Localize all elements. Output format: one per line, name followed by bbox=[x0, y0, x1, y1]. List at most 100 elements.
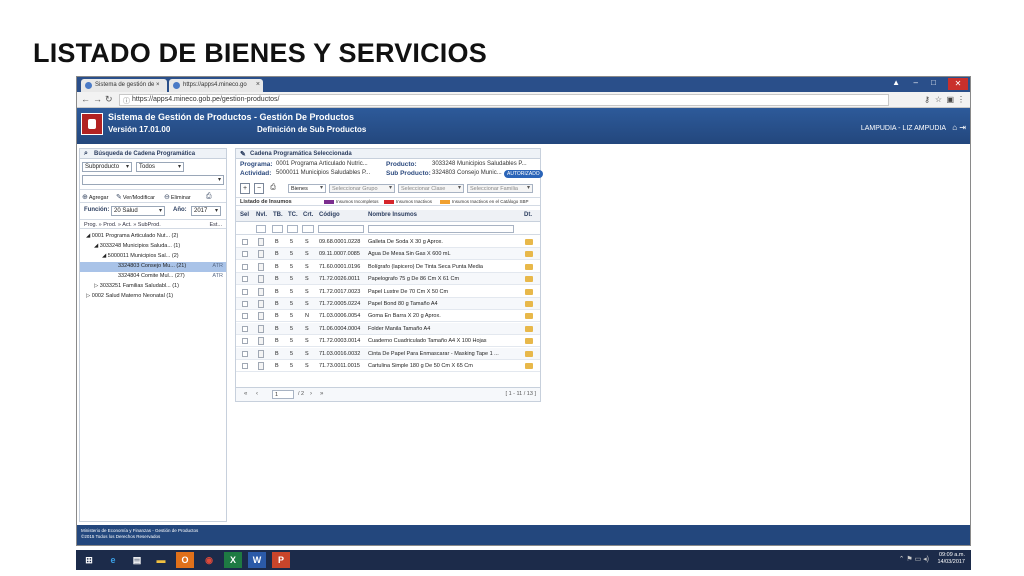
tree-node[interactable]: ◢ 0001 Programa Articulado Nut... (2) bbox=[80, 232, 226, 242]
row-level-button[interactable] bbox=[258, 238, 264, 246]
word-icon[interactable]: W bbox=[248, 552, 266, 568]
browser-tab-1[interactable]: Sistema de gestión de × bbox=[81, 79, 167, 92]
funcion-select[interactable]: 20 Salud bbox=[111, 206, 165, 216]
row-level-button[interactable] bbox=[258, 250, 264, 259]
forward-icon[interactable]: → bbox=[93, 94, 102, 104]
table-row[interactable]: B 5 S 71.06.0004.0004 Folder Manila Tamaño A… bbox=[236, 322, 540, 335]
key-icon[interactable]: ⚷ bbox=[924, 95, 930, 104]
folder-icon[interactable] bbox=[525, 276, 533, 283]
print-icon[interactable]: ⎙ bbox=[268, 183, 278, 194]
todos-select[interactable]: Todos bbox=[136, 162, 184, 172]
row-level-button[interactable] bbox=[258, 349, 264, 358]
filter-nvl[interactable] bbox=[256, 225, 266, 233]
row-level-button[interactable] bbox=[258, 275, 264, 284]
next-page-icon[interactable]: › bbox=[310, 391, 312, 397]
view-modify-button[interactable]: ✎Ver/Modificar bbox=[116, 193, 155, 201]
clase-select[interactable]: Seleccionar Clase bbox=[398, 184, 464, 193]
folder-icon[interactable] bbox=[525, 263, 533, 270]
folder-icon[interactable] bbox=[525, 251, 533, 258]
system-tray-icons[interactable]: ⌃ ⚑ ▭ ◂) bbox=[899, 555, 929, 563]
row-checkbox[interactable] bbox=[242, 313, 248, 320]
folder-icon[interactable] bbox=[525, 288, 533, 295]
cadena-select[interactable] bbox=[82, 175, 224, 185]
logout-icon[interactable]: ⇥ bbox=[959, 123, 966, 132]
row-checkbox[interactable] bbox=[242, 288, 248, 295]
table-row[interactable]: B 5 S 71.72.0003.0014 Cuaderno Cuadriculado … bbox=[236, 335, 540, 348]
table-row[interactable]: B 5 S 71.72.0026.0011 Papelografo 75 g De 86… bbox=[236, 273, 540, 286]
folder-icon[interactable] bbox=[525, 301, 533, 307]
filter-tb[interactable] bbox=[272, 225, 283, 233]
filter-codigo[interactable] bbox=[318, 225, 364, 233]
table-row[interactable]: B 5 S 71.03.0016.0032 Cinta De Papel Para En… bbox=[236, 347, 540, 360]
powerpoint-icon[interactable]: P bbox=[272, 552, 290, 568]
filter-tc[interactable] bbox=[287, 225, 298, 233]
row-level-button[interactable] bbox=[258, 287, 264, 296]
tree-node-selected[interactable]: 3324803 Consejo Mu... (21) ATR bbox=[80, 262, 226, 272]
subproducto-select[interactable]: Subproducto bbox=[82, 162, 132, 172]
filter-nombre[interactable] bbox=[368, 225, 514, 233]
outlook-icon[interactable]: O bbox=[176, 552, 194, 568]
table-row[interactable]: B 5 S 71.73.0011.0015 Cartulina Simple 180 g… bbox=[236, 360, 540, 372]
home-icon[interactable]: ⌂ bbox=[952, 123, 957, 132]
delete-button[interactable]: ⊖Eliminar bbox=[164, 193, 191, 201]
page-input[interactable]: 1 bbox=[272, 390, 294, 399]
row-checkbox[interactable] bbox=[242, 276, 248, 283]
maximize-icon[interactable]: □ bbox=[931, 78, 936, 87]
star-icon[interactable]: ☆ bbox=[935, 95, 942, 104]
close-window-icon[interactable]: ✕ bbox=[948, 78, 968, 90]
row-checkbox[interactable] bbox=[242, 325, 248, 332]
tree-node[interactable]: 3324804 Comite Mul... (27) ATR bbox=[80, 272, 226, 282]
last-page-icon[interactable]: » bbox=[320, 391, 323, 397]
folder-icon[interactable] bbox=[525, 363, 533, 369]
folder-icon[interactable] bbox=[525, 239, 533, 245]
row-checkbox[interactable] bbox=[242, 350, 248, 357]
file-explorer-icon[interactable]: ▬ bbox=[152, 552, 170, 568]
row-checkbox[interactable] bbox=[242, 301, 248, 307]
anio-select[interactable]: 2017 bbox=[191, 206, 221, 216]
browser-tab-2[interactable]: https://apps4.mineco.go × bbox=[169, 79, 263, 92]
row-checkbox[interactable] bbox=[242, 263, 248, 270]
first-page-icon[interactable]: « bbox=[244, 391, 247, 397]
tipo-select[interactable]: Bienes bbox=[288, 184, 326, 193]
folder-icon[interactable] bbox=[525, 325, 533, 332]
row-checkbox[interactable] bbox=[242, 338, 248, 345]
tree-node[interactable]: ▷ 3033251 Familias Saludabl... (1) bbox=[80, 282, 226, 292]
store-icon[interactable]: ▤ bbox=[128, 552, 146, 568]
filter-crt[interactable] bbox=[302, 225, 314, 233]
row-checkbox[interactable] bbox=[242, 251, 248, 258]
back-icon[interactable]: ← bbox=[81, 94, 90, 104]
row-checkbox[interactable] bbox=[242, 363, 248, 369]
menu-icon[interactable]: ⋮ bbox=[957, 95, 965, 104]
close-tab-icon[interactable]: × bbox=[256, 81, 260, 88]
folder-icon[interactable] bbox=[525, 350, 533, 357]
user-profile-icon[interactable]: ▲ bbox=[892, 78, 900, 87]
reload-icon[interactable]: ↻ bbox=[105, 94, 113, 105]
url-input[interactable]: ⓘ https://apps4.mineco.gob.pe/gestion-pr… bbox=[119, 94, 889, 106]
row-level-button[interactable] bbox=[258, 324, 264, 333]
tree-node[interactable]: ◢ 5000011 Municipios Sal... (2) bbox=[80, 252, 226, 262]
tree-node[interactable]: ▷ 0002 Salud Materno Neonatal (1) bbox=[80, 292, 226, 302]
add-insumo-icon[interactable]: + bbox=[240, 183, 250, 194]
extension-icon[interactable]: ▣ bbox=[946, 95, 954, 104]
familia-select[interactable]: Seleccionar Familia bbox=[467, 184, 533, 193]
table-row[interactable]: B 5 S 09.11.0007.0085 Agua De Mesa Sin Gas X… bbox=[236, 248, 540, 261]
internet-explorer-icon[interactable]: e bbox=[104, 552, 122, 568]
row-level-button[interactable] bbox=[258, 312, 264, 321]
folder-icon[interactable] bbox=[525, 313, 533, 320]
grupo-select[interactable]: Seleccionar Grupo bbox=[329, 184, 395, 193]
add-button[interactable]: ⊕Agregar bbox=[82, 193, 108, 201]
table-row[interactable]: B 5 S 71.60.0001.0196 Bolígrafo (lapicero) D… bbox=[236, 261, 540, 273]
row-level-button[interactable] bbox=[258, 337, 264, 346]
row-level-button[interactable] bbox=[258, 262, 264, 271]
table-row[interactable]: B 5 S 09.68.0001.0228 Galleta De Soda X 30 g… bbox=[236, 236, 540, 248]
table-row[interactable]: B 5 S 71.72.0017.0023 Papel Lustre De 70 Cm … bbox=[236, 286, 540, 298]
row-level-button[interactable] bbox=[258, 300, 264, 308]
table-row[interactable]: B 5 S 71.72.0005.0224 Papel Bond 80 g Tamaño… bbox=[236, 298, 540, 310]
windows-start-icon[interactable]: ⊞ bbox=[80, 552, 98, 568]
excel-icon[interactable]: X bbox=[224, 552, 242, 568]
prev-page-icon[interactable]: ‹ bbox=[256, 391, 258, 397]
tree-node[interactable]: ◢ 3033248 Municipios Saluda... (1) bbox=[80, 242, 226, 252]
chrome-icon[interactable]: ◉ bbox=[200, 552, 218, 568]
table-row[interactable]: B 5 N 71.03.0006.0054 Goma En Barra X 20 g A… bbox=[236, 310, 540, 323]
remove-insumo-icon[interactable]: − bbox=[254, 183, 264, 194]
